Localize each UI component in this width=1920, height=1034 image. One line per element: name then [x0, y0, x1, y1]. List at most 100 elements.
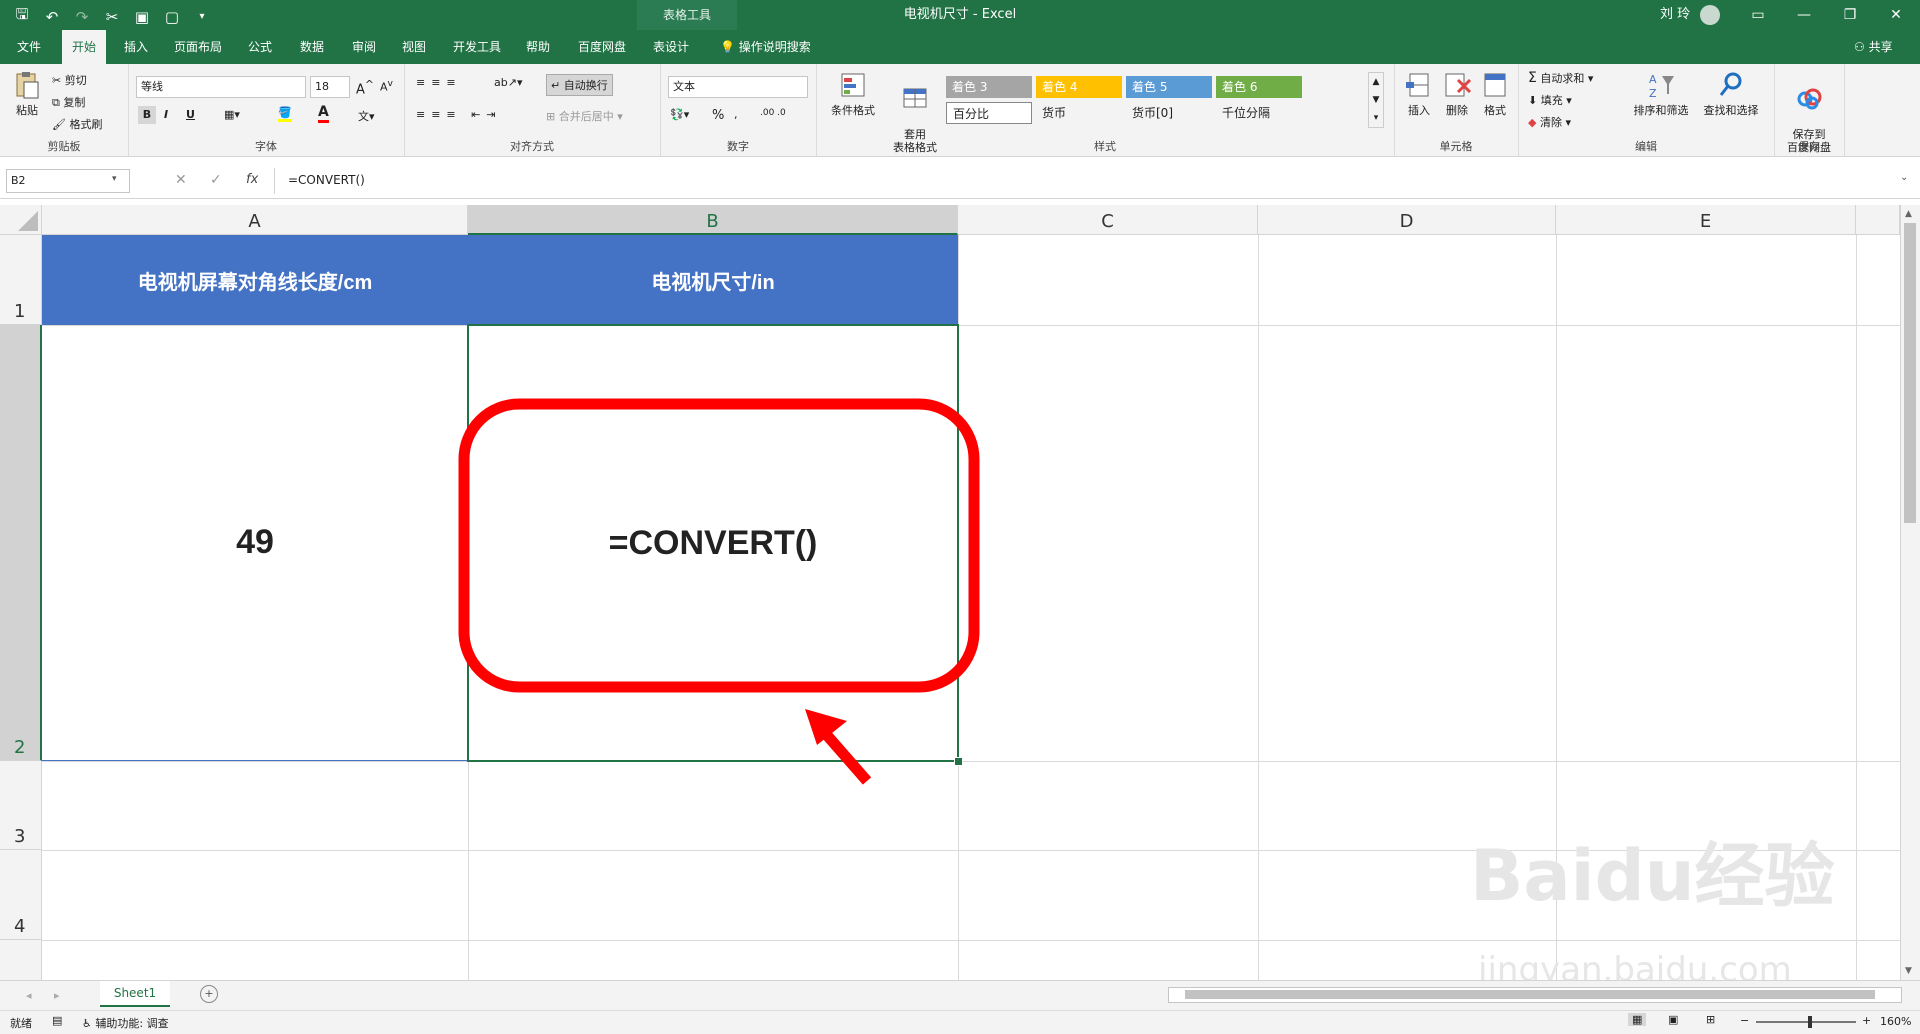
- cell-a1[interactable]: 电视机屏幕对角线长度/cm: [42, 235, 468, 325]
- fill-color-icon[interactable]: 🪣: [278, 106, 292, 122]
- style-currency0[interactable]: 货币[0]: [1126, 102, 1212, 124]
- zoom-out-icon[interactable]: −: [1740, 1014, 1749, 1027]
- macro-record-icon[interactable]: ▤: [52, 1014, 62, 1027]
- border-icon[interactable]: ▦▾: [224, 108, 240, 121]
- cell-b1[interactable]: 电视机尺寸/in: [468, 235, 958, 325]
- zoom-slider-thumb[interactable]: [1808, 1016, 1812, 1028]
- minimize-icon[interactable]: —: [1781, 0, 1827, 30]
- cut-button[interactable]: ✂ 剪切: [52, 72, 87, 88]
- style-comma[interactable]: 千位分隔: [1216, 102, 1302, 124]
- avatar[interactable]: [1700, 5, 1720, 25]
- column-header-d[interactable]: D: [1258, 205, 1556, 235]
- style-currency[interactable]: 货币: [1036, 102, 1122, 124]
- restore-icon[interactable]: ❐: [1827, 0, 1873, 30]
- insert-cells-button[interactable]: 插入: [1402, 70, 1436, 118]
- tell-me-search[interactable]: 💡 操作说明搜索: [720, 30, 811, 64]
- zoom-level[interactable]: 160%: [1880, 1015, 1911, 1028]
- page-break-view-icon[interactable]: ⊞: [1706, 1013, 1715, 1026]
- horizontal-align-icons[interactable]: ≡≡≡ ⇤⇥: [416, 108, 502, 121]
- user-name[interactable]: 刘 玲: [1660, 0, 1690, 30]
- undo-icon[interactable]: ↶: [44, 8, 60, 26]
- autosum-button[interactable]: Σ 自动求和 ▾: [1528, 70, 1593, 86]
- sheet-tab-sheet1[interactable]: Sheet1: [100, 981, 170, 1007]
- sort-filter-button[interactable]: AZ 排序和筛选: [1630, 70, 1692, 118]
- redo-icon[interactable]: ↷: [74, 8, 90, 26]
- underline-button[interactable]: U: [186, 108, 195, 121]
- tab-formulas[interactable]: 公式: [240, 30, 280, 64]
- style-accent3[interactable]: 着色 3: [946, 76, 1032, 98]
- saveas-icon[interactable]: ▣: [134, 8, 150, 26]
- select-all-corner[interactable]: [0, 205, 42, 235]
- column-header-next[interactable]: [1856, 205, 1900, 235]
- save-icon[interactable]: 🖫: [14, 4, 30, 29]
- tab-developer[interactable]: 开发工具: [446, 30, 508, 64]
- vertical-scroll-thumb[interactable]: [1904, 223, 1916, 523]
- find-select-button[interactable]: 查找和选择: [1698, 70, 1764, 118]
- font-color-icon[interactable]: A: [318, 104, 329, 123]
- column-header-b[interactable]: B: [468, 205, 958, 235]
- ribbon-display-icon[interactable]: ▭: [1735, 0, 1781, 30]
- tab-review[interactable]: 审阅: [344, 30, 384, 64]
- format-painter-button[interactable]: 🖌 格式刷: [52, 116, 102, 132]
- tab-baidu-disk[interactable]: 百度网盘: [570, 30, 634, 64]
- prev-sheet-icon[interactable]: ◂: [26, 989, 32, 1002]
- decimal-icons[interactable]: .00 .0: [760, 108, 786, 118]
- cancel-icon[interactable]: ✕: [175, 172, 187, 188]
- column-header-a[interactable]: A: [42, 205, 468, 235]
- number-format-select[interactable]: 文本: [668, 76, 808, 98]
- clear-button[interactable]: ◆ 清除 ▾: [1528, 114, 1571, 130]
- vertical-scrollbar[interactable]: ▲ ▼: [1900, 205, 1920, 980]
- cell-a2[interactable]: 49: [42, 325, 468, 761]
- style-percent[interactable]: 百分比: [946, 102, 1032, 124]
- column-header-e[interactable]: E: [1556, 205, 1856, 235]
- horizontal-scrollbar[interactable]: [1168, 987, 1902, 1003]
- bold-button[interactable]: B: [138, 106, 156, 124]
- paste-button[interactable]: 粘贴: [12, 70, 42, 118]
- tab-page-layout[interactable]: 页面布局: [166, 30, 230, 64]
- style-accent5[interactable]: 着色 5: [1126, 76, 1212, 98]
- phonetic-icon[interactable]: 文▾: [358, 108, 375, 124]
- italic-button[interactable]: I: [164, 108, 168, 121]
- tab-insert[interactable]: 插入: [116, 30, 156, 64]
- row-header-2[interactable]: 2: [0, 325, 42, 761]
- conditional-format-button[interactable]: 条件格式: [826, 70, 880, 118]
- vertical-align-icons[interactable]: ≡≡≡: [416, 76, 462, 89]
- insert-function-icon[interactable]: fx: [246, 172, 258, 187]
- page-layout-view-icon[interactable]: ▣: [1668, 1013, 1678, 1026]
- tab-data[interactable]: 数据: [292, 30, 332, 64]
- row-header-1[interactable]: 1: [0, 235, 42, 325]
- name-box-dropdown-icon[interactable]: ▾: [112, 174, 117, 184]
- scroll-down-icon[interactable]: ▼: [1905, 966, 1912, 976]
- horizontal-scroll-thumb[interactable]: [1185, 990, 1875, 999]
- wrap-text-button[interactable]: ↵ 自动换行: [546, 74, 613, 96]
- newdoc-icon[interactable]: ▢: [164, 8, 180, 26]
- font-size-select[interactable]: 18: [310, 76, 350, 98]
- row-header-3[interactable]: 3: [0, 761, 42, 850]
- style-accent4[interactable]: 着色 4: [1036, 76, 1122, 98]
- tab-home[interactable]: 开始: [62, 30, 106, 64]
- font-name-select[interactable]: 等线: [136, 76, 306, 98]
- grow-font-icon[interactable]: A^: [356, 78, 374, 97]
- add-sheet-icon[interactable]: +: [200, 985, 218, 1003]
- shrink-font-icon[interactable]: Av: [380, 78, 393, 94]
- fill-button[interactable]: ⬇ 填充 ▾: [1528, 92, 1572, 108]
- formula-input[interactable]: =CONVERT(): [288, 173, 365, 187]
- accounting-icon[interactable]: 💱▾: [670, 108, 689, 121]
- tab-table-design[interactable]: 表设计: [644, 30, 698, 64]
- copy-button[interactable]: ⧉ 复制: [52, 94, 85, 110]
- comma-icon[interactable]: ,: [734, 108, 738, 121]
- merge-center-button[interactable]: ⊞ 合并后居中 ▾: [546, 108, 623, 124]
- customize-icon[interactable]: ▾: [194, 11, 210, 22]
- row-header-4[interactable]: 4: [0, 850, 42, 940]
- enter-icon[interactable]: ✓: [210, 172, 222, 188]
- percent-button[interactable]: %: [712, 108, 724, 123]
- share-button[interactable]: ⚇ 共享: [1854, 30, 1893, 64]
- zoom-in-icon[interactable]: +: [1862, 1014, 1871, 1027]
- cut-icon[interactable]: ✂: [104, 8, 120, 26]
- accessibility-status[interactable]: ♿ 辅助功能: 调查: [82, 1015, 169, 1031]
- style-accent6[interactable]: 着色 6: [1216, 76, 1302, 98]
- scroll-up-icon[interactable]: ▲: [1905, 209, 1912, 219]
- orientation-icon[interactable]: ab↗▾: [494, 76, 522, 89]
- column-header-c[interactable]: C: [958, 205, 1258, 235]
- row-header-5[interactable]: [0, 940, 42, 980]
